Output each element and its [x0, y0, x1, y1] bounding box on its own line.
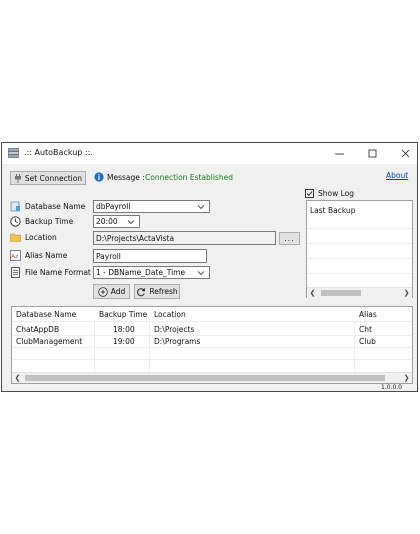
alias-name-label: Alias Name — [25, 251, 68, 260]
set-connection-button[interactable]: Set Connection — [10, 171, 86, 185]
plus-circle-icon — [98, 286, 108, 297]
svg-text:z: z — [16, 254, 19, 260]
table-cell: 18:00 — [113, 325, 135, 334]
header-divider — [12, 321, 412, 322]
location-label: Location — [25, 233, 57, 242]
grid-horizontal-scrollbar[interactable]: ❮ ❯ — [12, 372, 412, 383]
log-panel[interactable]: Last Backup ❮ ❯ — [306, 200, 413, 298]
scroll-left-icon[interactable]: ❮ — [307, 288, 318, 298]
alias-name-input[interactable]: Payroll — [93, 249, 207, 263]
checkmark-icon — [306, 191, 313, 197]
backup-time-value: 20:00 — [96, 217, 118, 226]
scroll-right-icon[interactable]: ❯ — [401, 373, 412, 383]
column-header-backup-time[interactable]: Backup Time — [99, 310, 147, 319]
close-icon — [401, 149, 410, 158]
database-icon — [10, 201, 20, 212]
version-label: 1.0.0.0 — [381, 384, 402, 391]
column-header-database-name[interactable]: Database Name — [16, 310, 76, 319]
folder-icon — [10, 233, 21, 242]
autobackup-window: .:: AutoBackup ::. Set Connection Messag… — [1, 142, 418, 392]
about-link[interactable]: About — [386, 171, 408, 180]
file-name-format-label: File Name Format — [25, 268, 91, 277]
database-name-label: Database Name — [25, 202, 86, 211]
show-log-checkbox[interactable] — [305, 189, 314, 198]
table-cell: ChatAppDB — [16, 325, 60, 334]
database-name-select[interactable]: dbPayroll — [93, 200, 210, 213]
table-cell: 19:00 — [113, 337, 135, 346]
document-icon — [11, 267, 20, 278]
column-divider — [94, 321, 95, 371]
log-rule — [307, 228, 412, 229]
table-cell: D:\Projects — [154, 325, 195, 334]
log-rule — [307, 273, 412, 274]
column-divider — [354, 321, 355, 371]
refresh-icon — [137, 287, 146, 296]
scroll-thumb[interactable] — [321, 290, 361, 296]
log-rule — [307, 243, 412, 244]
browse-label: ... — [284, 234, 295, 243]
row-divider — [12, 335, 412, 336]
refresh-label: Refresh — [149, 287, 178, 296]
database-name-value: dbPayroll — [96, 202, 131, 211]
add-button[interactable]: Add — [93, 284, 130, 299]
chevron-down-icon — [197, 205, 205, 210]
column-header-location[interactable]: Location — [154, 310, 186, 319]
column-divider — [149, 321, 150, 371]
refresh-button[interactable]: Refresh — [134, 284, 180, 299]
chevron-down-icon — [197, 271, 205, 276]
scroll-left-icon[interactable]: ❮ — [12, 373, 23, 383]
table-cell: Club — [359, 337, 376, 346]
show-log-label: Show Log — [318, 189, 355, 198]
location-value: D:\Projects\ActaVista — [96, 233, 175, 243]
plug-icon — [14, 173, 21, 183]
location-field[interactable]: D:\Projects\ActaVista — [93, 231, 276, 245]
row-divider — [12, 347, 412, 348]
minimize-icon — [335, 153, 344, 155]
file-name-format-select[interactable]: 1 - DBName_Date_Time — [93, 266, 210, 279]
minimize-button[interactable] — [323, 143, 357, 164]
table-cell: Cht — [359, 325, 372, 334]
alias-icon: A z — [10, 250, 21, 261]
row-divider — [12, 359, 412, 360]
table-cell: ClubManagement — [16, 337, 83, 346]
browse-button[interactable]: ... — [279, 232, 300, 245]
window-title: .:: AutoBackup ::. — [24, 148, 93, 157]
backup-list-grid[interactable]: Database Name Backup Time Location Alias… — [11, 306, 413, 384]
table-cell: D:\Programs — [154, 337, 201, 346]
close-button[interactable] — [389, 143, 420, 164]
log-line: Last Backup — [310, 206, 356, 215]
column-header-alias[interactable]: Alias — [359, 310, 377, 319]
maximize-icon — [368, 149, 377, 158]
title-bar[interactable]: .:: AutoBackup ::. — [2, 143, 417, 164]
chevron-down-icon — [127, 220, 135, 225]
scroll-right-icon[interactable]: ❯ — [401, 288, 412, 298]
info-icon — [94, 172, 104, 182]
alias-name-value: Payroll — [96, 251, 121, 261]
log-rule — [307, 258, 412, 259]
app-icon — [8, 148, 19, 158]
maximize-button[interactable] — [356, 143, 390, 164]
log-horizontal-scrollbar[interactable]: ❮ ❯ — [307, 287, 412, 298]
message-label: Message : — [107, 173, 145, 182]
add-label: Add — [110, 287, 126, 296]
scroll-thumb[interactable] — [25, 375, 385, 381]
backup-time-label: Backup Time — [25, 217, 74, 226]
clock-icon — [10, 216, 21, 227]
message-value: Connection Established — [145, 173, 233, 182]
file-name-format-value: 1 - DBName_Date_Time — [96, 268, 186, 277]
backup-time-select[interactable]: 20:00 — [93, 215, 140, 228]
set-connection-label: Set Connection — [24, 173, 83, 183]
